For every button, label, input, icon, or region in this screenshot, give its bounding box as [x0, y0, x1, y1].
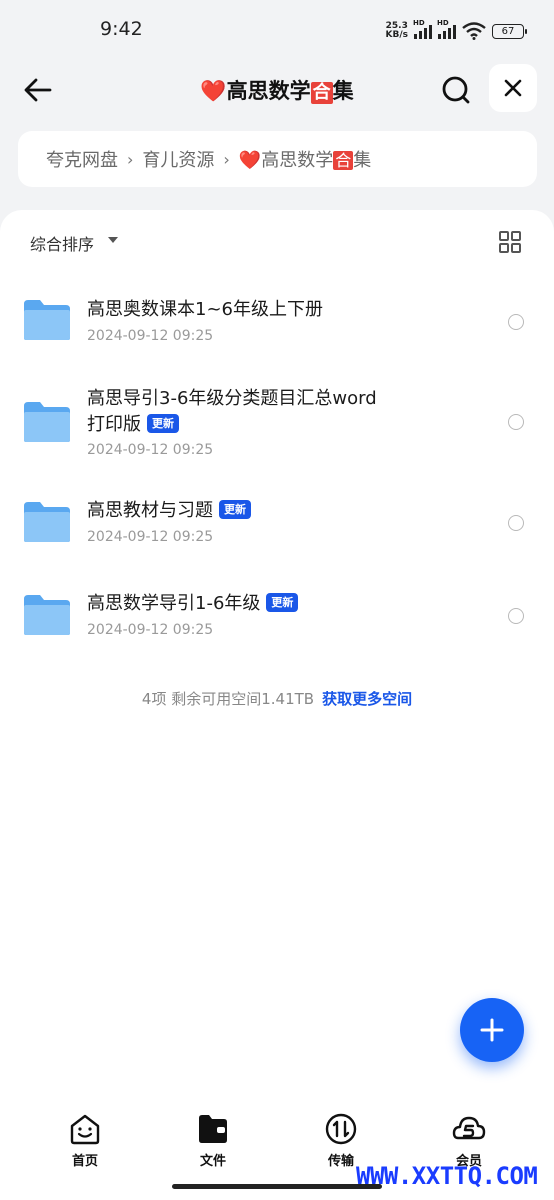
grid-view-icon[interactable] — [498, 230, 522, 254]
select-radio[interactable] — [508, 314, 524, 330]
folder-icon — [24, 502, 70, 542]
update-badge: 更新 — [266, 593, 299, 612]
list-toolbar: 综合排序 — [0, 210, 554, 272]
home-indicator — [172, 1184, 382, 1189]
file-name-line1: 高思导引3-6年级分类题目汇总word — [87, 388, 377, 409]
signal-icon-2: HD — [437, 19, 456, 39]
status-icons: 25.3 KB/s HD HD 67 — [385, 19, 527, 42]
folder-file-icon — [199, 1115, 227, 1143]
file-date: 2024-09-12 09:25 — [87, 328, 214, 344]
status-bar: 9:42 25.3 KB/s HD HD 67 — [0, 0, 554, 60]
search-icon[interactable] — [438, 72, 474, 108]
home-face-icon — [70, 1114, 100, 1145]
close-icon — [504, 79, 522, 97]
file-name: 高思数学导引1-6年级 更新 — [87, 591, 299, 617]
chevron-right-icon: › — [127, 149, 134, 169]
breadcrumb-item-current: ❤️高思数学合集 — [238, 150, 372, 171]
file-name: 高思奥数课本1~6年级上下册 — [87, 299, 323, 320]
breadcrumb-item-parent[interactable]: 育儿资源 — [142, 146, 214, 172]
file-list-panel: 综合排序 高思奥数课本1~6年级上下册 2024-09-12 09:25 高思导… — [0, 210, 554, 1090]
get-more-space-link[interactable]: 获取更多空间 — [322, 690, 412, 708]
heart-icon: ❤️ — [238, 150, 262, 171]
list-item[interactable]: 高思教材与习题 更新 2024-09-12 09:25 — [0, 482, 554, 562]
status-time: 9:42 — [100, 18, 143, 40]
select-radio[interactable] — [508, 414, 524, 430]
folder-icon — [24, 300, 70, 340]
folder-icon — [24, 595, 70, 635]
file-date: 2024-09-12 09:25 — [87, 442, 214, 458]
battery-icon: 67 — [492, 23, 527, 39]
vip-s-icon — [452, 1116, 486, 1140]
chevron-right-icon: › — [223, 149, 230, 169]
file-date: 2024-09-12 09:25 — [87, 529, 214, 545]
breadcrumb: 夸克网盘 › 育儿资源 › ❤️高思数学合集 — [18, 131, 537, 187]
heart-icon: ❤️ — [200, 79, 227, 103]
list-item[interactable]: 高思奥数课本1~6年级上下册 2024-09-12 09:25 — [0, 282, 554, 362]
select-radio[interactable] — [508, 608, 524, 624]
caret-down-icon[interactable] — [108, 237, 118, 243]
add-button[interactable] — [460, 998, 524, 1062]
nav-bar: ❤️高思数学 合集 — [0, 60, 554, 118]
wifi-icon — [462, 22, 486, 40]
update-badge: 更新 — [219, 500, 251, 519]
breadcrumb-item-root[interactable]: 夸克网盘 — [46, 146, 118, 172]
select-radio[interactable] — [508, 515, 524, 531]
tab-files[interactable]: 文件 — [173, 1112, 253, 1169]
file-name-line2: 打印版 更新 — [87, 412, 179, 438]
list-item[interactable]: 高思数学导引1-6年级 更新 2024-09-12 09:25 — [0, 575, 554, 655]
file-name: 高思教材与习题 更新 — [87, 498, 251, 524]
update-badge: 更新 — [147, 414, 179, 433]
plus-icon — [480, 1018, 504, 1042]
tab-vip[interactable]: 会员 — [429, 1112, 509, 1169]
folder-icon — [24, 402, 70, 442]
watermark: WWW.XXTTQ.COM — [356, 1162, 538, 1190]
transfer-icon — [325, 1113, 357, 1145]
tab-home[interactable]: 首页 — [45, 1112, 125, 1169]
signal-icon: HD — [413, 19, 432, 39]
file-date: 2024-09-12 09:25 — [87, 622, 214, 638]
tab-transfer[interactable]: 传输 — [301, 1112, 381, 1169]
sort-dropdown[interactable]: 综合排序 — [30, 231, 94, 255]
list-item[interactable]: 高思导引3-6年级分类题目汇总word 打印版 更新 2024-09-12 09:… — [0, 370, 554, 470]
close-button[interactable] — [489, 64, 537, 112]
storage-summary: 4项 剩余可用空间1.41TB 获取更多空间 — [141, 690, 413, 708]
net-speed: 25.3 KB/s — [385, 21, 408, 40]
